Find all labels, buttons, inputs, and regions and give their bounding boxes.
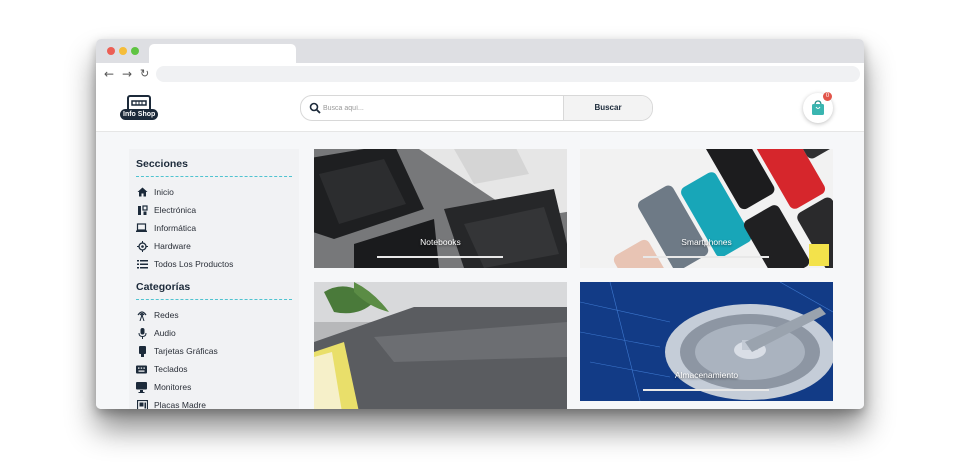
sidebar-item-label: Todos Los Productos	[154, 259, 234, 269]
browser-nav-bar: ← → ↻	[96, 63, 864, 87]
storage-image	[580, 282, 833, 401]
sidebar-item-label: Tarjetas Gráficas	[154, 346, 218, 356]
section-title-secciones: Secciones	[136, 158, 188, 170]
sidebar-item-audio[interactable]: Audio	[136, 326, 176, 340]
category-card-almacenamiento[interactable]: Almacenamiento	[580, 282, 833, 401]
motherboard-icon	[136, 399, 148, 409]
category-label: Almacenamiento	[674, 370, 739, 380]
category-card-printers[interactable]	[314, 282, 567, 409]
sidebar-item-label: Redes	[154, 310, 179, 320]
close-window-button[interactable]	[107, 47, 115, 55]
sidebar-item-teclados[interactable]: Teclados	[136, 362, 188, 376]
sidebar: Secciones Inicio Electrónica Informática…	[129, 149, 299, 409]
sidebar-item-label: Teclados	[154, 364, 188, 374]
search-bar: Buscar	[300, 95, 653, 121]
main-content: Secciones Inicio Electrónica Informática…	[96, 132, 864, 409]
category-label: Smartphones	[681, 237, 732, 247]
sidebar-item-informatica[interactable]: Informática	[136, 221, 196, 235]
chip-icon	[136, 240, 148, 252]
sidebar-item-label: Audio	[154, 328, 176, 338]
section-divider	[136, 299, 292, 300]
sidebar-item-hardware[interactable]: Hardware	[136, 239, 191, 253]
category-card-smartphones[interactable]: Smartphones	[580, 149, 833, 268]
back-arrow-icon[interactable]: ←	[104, 67, 114, 81]
sidebar-item-todos-los-productos[interactable]: Todos Los Productos	[136, 257, 233, 271]
home-icon	[136, 187, 148, 198]
sidebar-item-label: Monitores	[154, 382, 192, 392]
section-divider	[136, 176, 292, 177]
search-icon	[309, 102, 321, 114]
browser-tab-bar	[96, 39, 864, 63]
category-underline	[643, 389, 769, 391]
reload-icon[interactable]: ↻	[140, 67, 149, 81]
sidebar-item-label: Placas Madre	[154, 400, 206, 409]
browser-tab[interactable]	[149, 44, 296, 63]
electronics-icon	[136, 204, 148, 216]
keyboard-icon	[136, 364, 148, 375]
sidebar-item-redes[interactable]: Redes	[136, 308, 179, 322]
monitor-icon	[136, 381, 148, 393]
section-title-categorias: Categorías	[136, 281, 191, 293]
address-bar[interactable]	[156, 66, 860, 82]
laptop-icon	[136, 223, 148, 234]
sidebar-item-placas-madre[interactable]: Placas Madre	[136, 398, 206, 409]
logo-text: Info Shop	[120, 109, 159, 120]
sidebar-item-monitores[interactable]: Monitores	[136, 380, 191, 394]
category-card-notebooks[interactable]: Notebooks	[314, 149, 567, 268]
notebooks-image	[314, 149, 567, 268]
search-button[interactable]: Buscar	[563, 96, 652, 120]
forward-arrow-icon[interactable]: →	[122, 67, 132, 81]
list-icon	[136, 259, 148, 270]
browser-window: ← → ↻ Info Shop Buscar	[96, 39, 864, 409]
category-underline	[643, 256, 769, 258]
minimize-window-button[interactable]	[119, 47, 127, 55]
cart-button[interactable]: 0	[803, 92, 833, 123]
smartphones-image	[580, 149, 833, 268]
printer-image	[314, 282, 567, 409]
antenna-icon	[136, 310, 148, 321]
sidebar-item-label: Hardware	[154, 241, 191, 251]
sidebar-item-tarjetas-graficas[interactable]: Tarjetas Gráficas	[136, 344, 218, 358]
gpu-icon	[136, 345, 148, 357]
sidebar-item-electronica[interactable]: Electrónica	[136, 203, 196, 217]
sidebar-item-inicio[interactable]: Inicio	[136, 185, 174, 199]
search-input[interactable]	[323, 99, 559, 117]
maximize-window-button[interactable]	[131, 47, 139, 55]
microphone-icon	[136, 327, 148, 339]
sidebar-item-label: Electrónica	[154, 205, 197, 215]
category-label: Notebooks	[420, 237, 461, 247]
site-header: Info Shop Buscar 0	[96, 87, 864, 132]
sidebar-item-label: Inicio	[154, 187, 174, 197]
sidebar-item-label: Informática	[154, 223, 197, 233]
site-logo[interactable]: Info Shop	[120, 95, 160, 129]
cart-count-badge: 0	[823, 92, 832, 101]
category-underline	[377, 256, 503, 258]
